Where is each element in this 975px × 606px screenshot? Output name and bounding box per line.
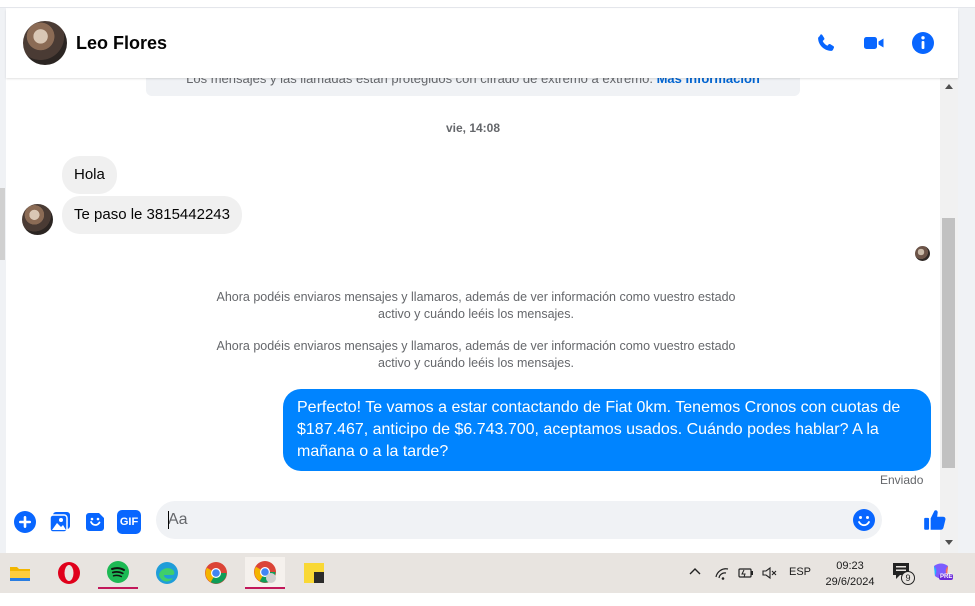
message-input[interactable]: [168, 510, 848, 530]
message-status: Enviado: [880, 473, 924, 487]
outgoing-message[interactable]: Perfecto! Te vamos a estar contactando d…: [283, 389, 931, 471]
taskbar-chrome-profile[interactable]: [245, 557, 285, 589]
message-composer: GIF: [6, 494, 946, 553]
taskbar-edge[interactable]: [147, 557, 187, 589]
taskbar-opera[interactable]: [49, 557, 89, 589]
pre-badge: PRE: [939, 574, 954, 580]
tray-overflow-chevron-icon[interactable]: [688, 565, 702, 605]
messenger-app: Leo Flores Los mensajes y las llamadas e…: [0, 0, 975, 553]
video-call-icon[interactable]: [862, 31, 886, 55]
left-scroll-edge: [0, 188, 5, 260]
windows-taskbar: ESP 09:23 29/6/2024 9 PRE: [0, 553, 975, 593]
taskbar-file-explorer[interactable]: [0, 557, 40, 589]
phone-call-icon[interactable]: [814, 31, 838, 55]
scroll-down-arrow-icon[interactable]: [945, 540, 953, 545]
more-info-link[interactable]: Más información: [657, 78, 760, 86]
clock[interactable]: 09:23 29/6/2024: [820, 558, 880, 598]
seen-indicator-avatar: [915, 246, 930, 261]
opera-icon: [58, 562, 80, 584]
scroll-up-arrow-icon[interactable]: [945, 84, 953, 89]
volume-muted-icon[interactable]: [761, 565, 777, 605]
notification-center[interactable]: 9: [892, 562, 915, 602]
contact-avatar-small[interactable]: [22, 204, 53, 235]
sticky-notes-icon: [304, 563, 324, 583]
chrome-profile-icon: [254, 561, 276, 583]
connection-notice: Ahora podéis enviaros mensajes y llamaro…: [216, 339, 736, 370]
notification-count-badge: 9: [901, 571, 915, 585]
top-strip: [0, 0, 975, 8]
encryption-text: Los mensajes y las llamadas están proteg…: [186, 78, 653, 86]
conversation-header: Leo Flores: [6, 9, 958, 78]
edge-icon: [156, 562, 178, 584]
message-list[interactable]: Los mensajes y las llamadas están proteg…: [6, 78, 940, 493]
clock-time: 09:23: [836, 560, 864, 572]
wifi-icon[interactable]: [715, 565, 731, 605]
taskbar-sticky-notes[interactable]: [294, 557, 334, 589]
input-language[interactable]: ESP: [789, 566, 811, 606]
info-icon[interactable]: [911, 31, 935, 55]
taskbar-spotify[interactable]: [98, 557, 138, 589]
sticker-icon[interactable]: [83, 510, 107, 534]
connection-notice: Ahora podéis enviaros mensajes y llamaro…: [216, 290, 736, 321]
message-timestamp: vie, 14:08: [445, 121, 501, 135]
taskbar-chrome[interactable]: [196, 557, 236, 589]
battery-icon[interactable]: [737, 565, 755, 605]
emoji-icon[interactable]: [852, 508, 876, 532]
incoming-message[interactable]: Te paso le 3815442243: [62, 196, 242, 234]
chat-scrollbar[interactable]: [940, 78, 958, 553]
clock-date: 29/6/2024: [825, 576, 875, 588]
text-caret: [168, 511, 169, 529]
thumbs-up-icon[interactable]: [922, 507, 948, 533]
encryption-notice: Los mensajes y las llamadas están proteg…: [146, 78, 800, 96]
scrollbar-thumb[interactable]: [942, 218, 955, 468]
contact-name[interactable]: Leo Flores: [76, 33, 167, 54]
gif-icon[interactable]: GIF: [117, 510, 141, 534]
spotify-icon: [107, 561, 129, 583]
folder-icon: [10, 567, 30, 581]
message-input-box[interactable]: [156, 501, 882, 539]
plus-circle-icon[interactable]: [13, 510, 37, 534]
chrome-icon: [205, 562, 227, 584]
photo-gallery-icon[interactable]: [48, 510, 72, 534]
contact-avatar[interactable]: [23, 21, 67, 65]
incoming-message[interactable]: Hola: [62, 156, 117, 194]
copilot-pre[interactable]: PRE: [931, 562, 954, 602]
